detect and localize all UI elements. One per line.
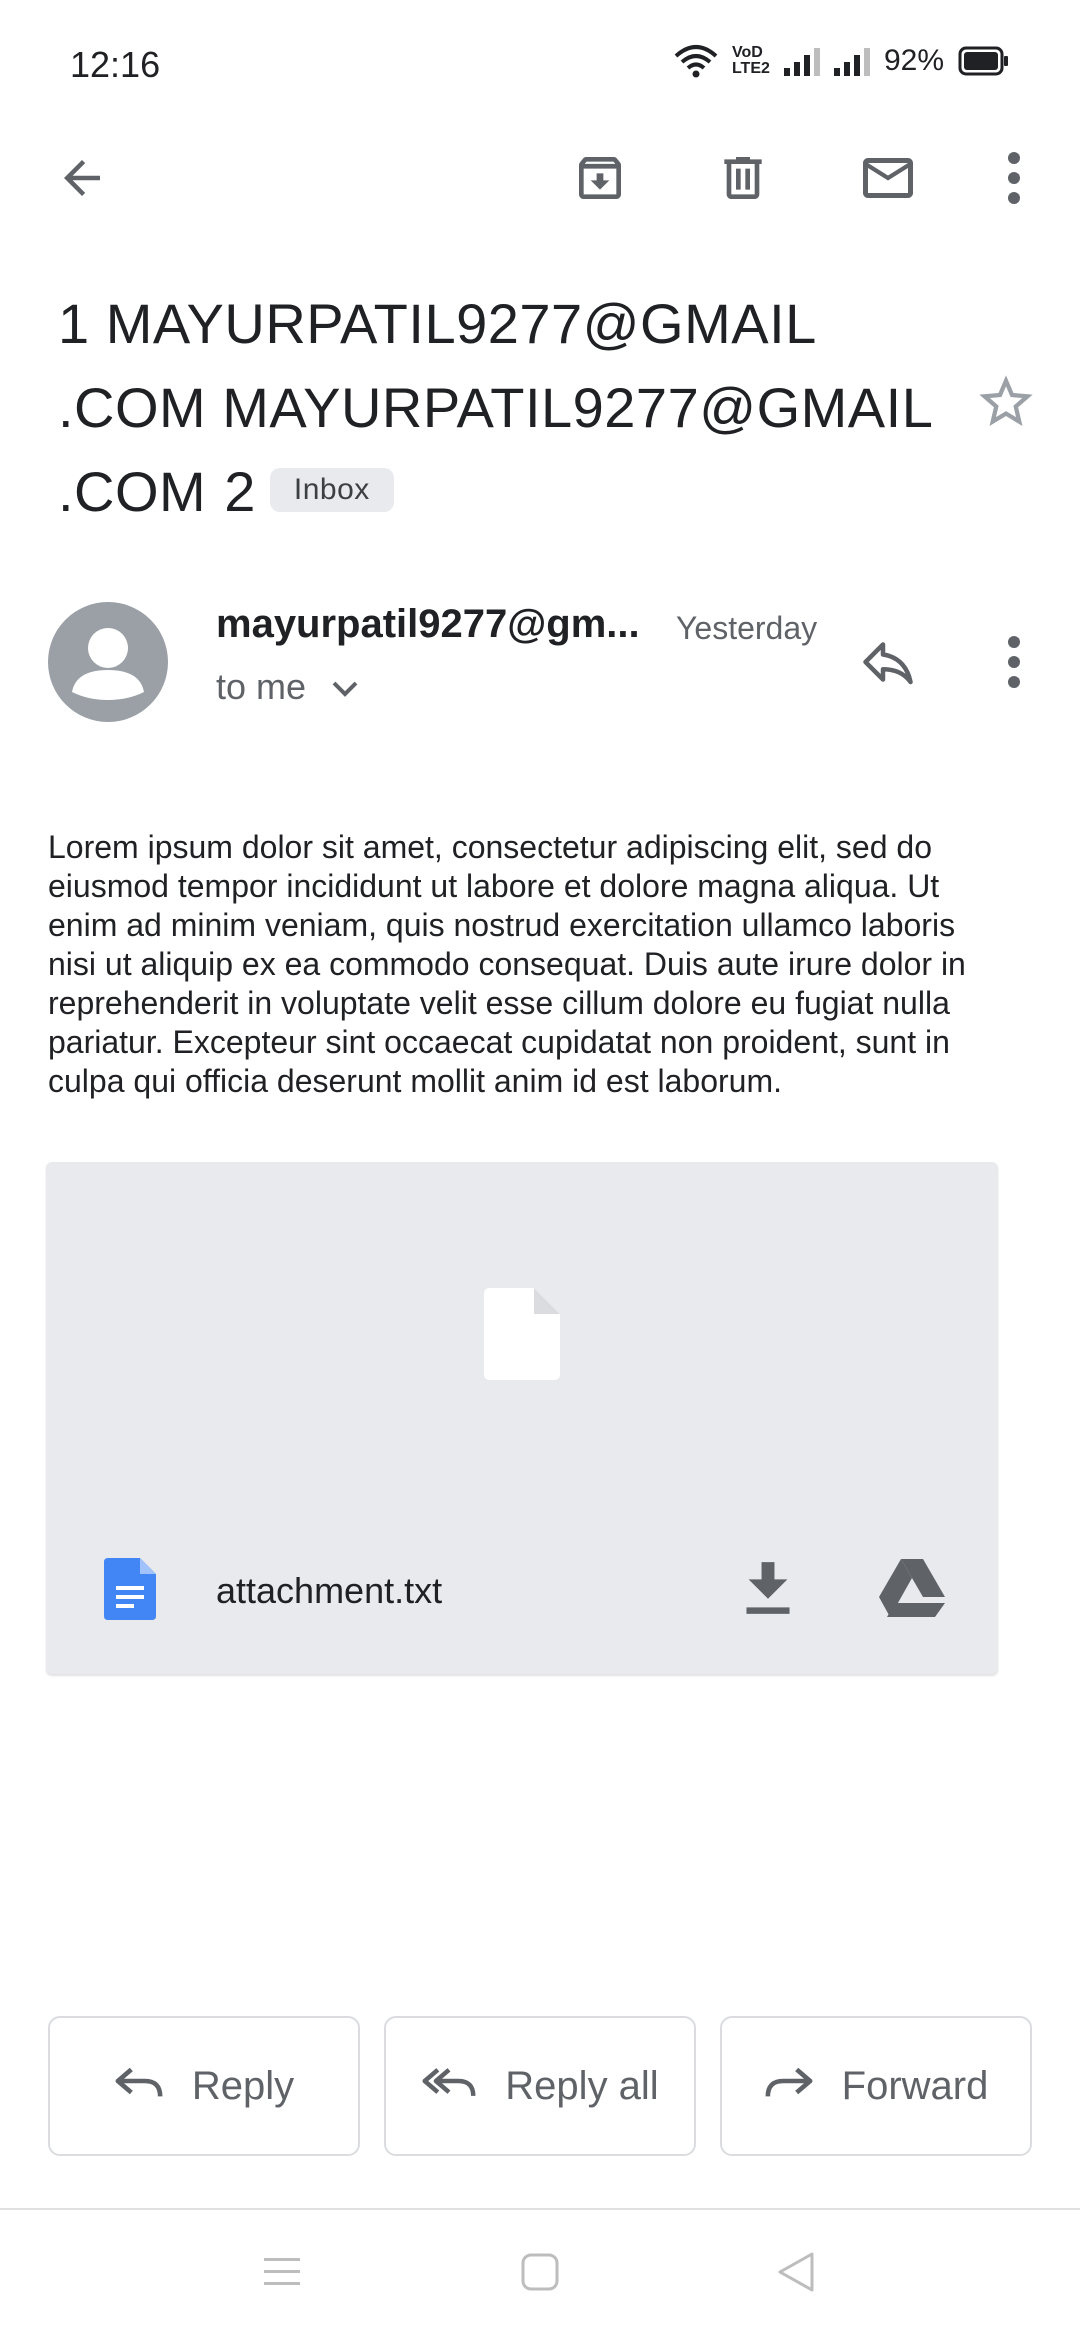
status-icons: VoD LTE2 92%: [674, 44, 1010, 78]
back-button[interactable]: [42, 138, 122, 218]
reply-icon: [114, 2061, 164, 2111]
arrow-left-icon: [55, 151, 109, 205]
label-badge[interactable]: Inbox: [269, 468, 394, 513]
sender-name[interactable]: mayurpatil9277@gm...: [216, 602, 640, 647]
mail-icon: [858, 148, 918, 208]
signal-icon: [783, 46, 820, 76]
email-subject: 1 MAYURPATIL9277@GMAIL .COM MAYURPATIL92…: [58, 282, 958, 534]
reply-button[interactable]: [848, 622, 928, 702]
subject-line: 1 MAYURPATIL9277@GMAIL: [58, 292, 817, 355]
network-label: VoD LTE2: [731, 44, 770, 77]
forward-action-button[interactable]: Forward: [720, 2016, 1032, 2156]
recipient-label: to me: [216, 666, 307, 707]
reply-icon: [858, 632, 918, 692]
forward-label: Forward: [841, 2063, 989, 2108]
google-drive-icon: [879, 1559, 945, 1617]
thread-count: 2: [224, 460, 256, 523]
reply-all-label: Reply all: [505, 2063, 659, 2108]
recents-button[interactable]: [262, 2254, 302, 2295]
status-time: 12:16: [70, 44, 161, 85]
attachment-filename: attachment.txt: [216, 1570, 443, 1611]
recipient-details-toggle[interactable]: to me: [216, 666, 360, 708]
archive-icon: [572, 150, 628, 206]
docs-file-icon: [104, 1558, 156, 1625]
signal-icon: [833, 46, 870, 76]
back-nav-button[interactable]: [774, 2250, 816, 2299]
attachment-card[interactable]: [46, 1162, 998, 1674]
email-timestamp: Yesterday: [676, 610, 818, 646]
download-button[interactable]: [728, 1548, 808, 1628]
delete-button[interactable]: [703, 138, 783, 218]
chevron-down-icon: [330, 666, 360, 708]
forward-icon: [764, 2061, 814, 2111]
more-vert-icon: [1006, 150, 1022, 206]
download-icon: [742, 1560, 794, 1616]
wifi-icon: [674, 44, 718, 78]
more-vert-icon: [1006, 634, 1022, 690]
menu-icon: [262, 2258, 302, 2294]
avatar[interactable]: [48, 602, 168, 722]
subject-line: .COM: [58, 460, 207, 523]
mark-unread-button[interactable]: [848, 138, 928, 218]
battery-percent: 92%: [883, 44, 944, 77]
message-more-button[interactable]: [974, 622, 1054, 702]
home-button[interactable]: [520, 2252, 560, 2297]
square-icon: [520, 2253, 560, 2296]
subject-line: .COM MAYURPATIL9277@GMAIL: [58, 376, 934, 439]
save-to-drive-button[interactable]: [872, 1548, 952, 1628]
file-preview-icon: [484, 1288, 560, 1385]
person-icon: [48, 628, 168, 722]
reply-all-icon: [421, 2061, 477, 2111]
email-body: Lorem ipsum dolor sit amet, consectetur …: [48, 829, 966, 1099]
reply-label: Reply: [191, 2063, 295, 2108]
trash-icon: [715, 150, 771, 206]
reply-all-action-button[interactable]: Reply all: [384, 2016, 696, 2156]
archive-button[interactable]: [560, 138, 640, 218]
more-options-button[interactable]: [974, 138, 1054, 218]
star-icon: [974, 375, 1038, 438]
battery-icon: [958, 46, 1010, 76]
star-button[interactable]: [974, 370, 1038, 439]
triangle-back-icon: [774, 2252, 816, 2298]
reply-action-button[interactable]: Reply: [48, 2016, 360, 2156]
